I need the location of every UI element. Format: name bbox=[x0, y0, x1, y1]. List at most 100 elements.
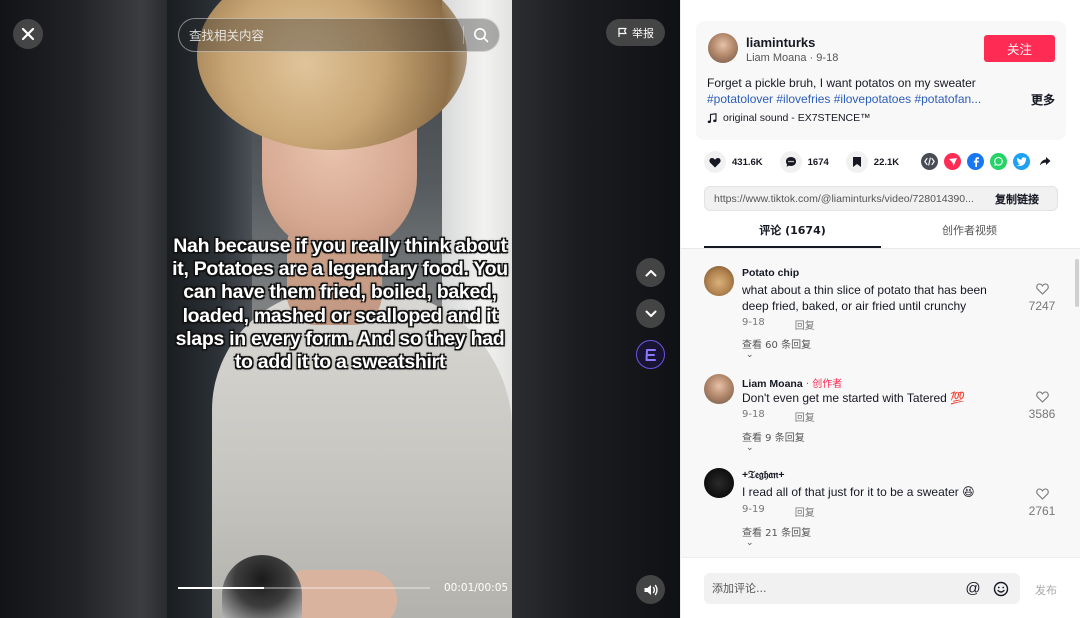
twitter-share-button[interactable] bbox=[1013, 153, 1030, 170]
chevron-down-icon bbox=[645, 310, 656, 317]
time-readout: 00:01/00:05 bbox=[444, 582, 509, 594]
like-stat[interactable]: 431.6K bbox=[704, 151, 763, 173]
reply-button[interactable]: 回复 bbox=[795, 317, 815, 332]
comment-like-count: 7247 bbox=[1028, 299, 1056, 313]
volume-icon bbox=[644, 584, 658, 595]
twitter-icon bbox=[1016, 157, 1027, 166]
comment-avatar[interactable] bbox=[704, 468, 734, 498]
embed-button[interactable] bbox=[921, 153, 938, 170]
comment-username[interactable]: Potato chip bbox=[742, 267, 799, 279]
more-button[interactable]: 更多 bbox=[1031, 91, 1055, 108]
report-label: 举报 bbox=[632, 26, 654, 40]
emoji-icon[interactable] bbox=[990, 578, 1012, 600]
author-nickname-date: Liam Moana · 9-18 bbox=[746, 52, 839, 64]
expand-replies-chevron-icon[interactable]: ⌄ bbox=[746, 442, 754, 453]
post-description: Forget a pickle bruh, I want potatos on … bbox=[707, 76, 976, 90]
share-arrow-icon bbox=[1039, 157, 1050, 166]
comment-text: what about a thin slice of potato that h… bbox=[742, 283, 987, 313]
expand-replies-chevron-icon[interactable]: ⌄ bbox=[746, 349, 754, 360]
video-player[interactable]: Nah because if you really think about it… bbox=[0, 0, 680, 618]
comment-username-text: +𝔗𝔢𝔤𝔥𝔞𝔫+ bbox=[742, 469, 785, 481]
search-icon[interactable] bbox=[473, 27, 489, 43]
comment-like-count: 3586 bbox=[1028, 407, 1056, 421]
save-stat[interactable]: 22.1K bbox=[845, 151, 900, 173]
comment-text: Don't even get me started with Tatered 💯 bbox=[742, 391, 966, 405]
comment-stat[interactable]: 1674 bbox=[779, 151, 829, 173]
sound-link[interactable]: original sound - EX7STENCE™ bbox=[707, 112, 871, 124]
previous-video-button[interactable] bbox=[636, 258, 665, 287]
more-share-button[interactable] bbox=[1036, 153, 1053, 170]
reply-button[interactable]: 回复 bbox=[795, 504, 815, 519]
comment-like[interactable]: 3586 bbox=[1022, 391, 1062, 421]
like-button[interactable] bbox=[704, 151, 726, 173]
like-count: 431.6K bbox=[732, 156, 763, 168]
comment-like-count: 2761 bbox=[1028, 504, 1056, 518]
heart-outline-icon bbox=[1035, 488, 1049, 500]
effect-icon bbox=[645, 348, 656, 361]
report-button[interactable]: 举报 bbox=[606, 19, 665, 46]
comment-meta: 9-18 回复 bbox=[742, 317, 815, 332]
progress-fill bbox=[178, 587, 264, 589]
comment-like[interactable]: 2761 bbox=[1022, 488, 1062, 518]
heart-icon bbox=[709, 157, 721, 167]
volume-button[interactable] bbox=[636, 575, 665, 604]
follow-button[interactable]: 关注 bbox=[984, 35, 1055, 62]
comment-date: 9-18 bbox=[742, 409, 765, 420]
stats-row: 431.6K 1674 22.1K bbox=[704, 151, 916, 173]
comment-avatar[interactable] bbox=[704, 374, 734, 404]
comment-tabs: 评论 (1674) 创作者视频 bbox=[704, 222, 1058, 248]
author-avatar[interactable] bbox=[708, 33, 738, 63]
sound-name: original sound - EX7STENCE™ bbox=[723, 112, 871, 124]
comment-box[interactable]: @ bbox=[704, 573, 1020, 604]
post-info-card: liaminturks Liam Moana · 9-18 关注 Forget … bbox=[696, 21, 1066, 140]
comment-button[interactable] bbox=[779, 151, 802, 173]
comment-item: Liam Moana · 创作者 Don't even get me start… bbox=[704, 374, 1074, 456]
search-box[interactable] bbox=[178, 18, 500, 52]
comment-input[interactable] bbox=[712, 582, 956, 595]
comment-like[interactable]: 7247 bbox=[1022, 283, 1062, 313]
creator-badge: · 创作者 bbox=[802, 379, 843, 390]
comment-item: +𝔗𝔢𝔤𝔥𝔞𝔫+ I read all of that just for it … bbox=[704, 468, 1074, 552]
comment-date: 9-18 bbox=[742, 317, 765, 328]
post-button[interactable]: 发布 bbox=[1035, 582, 1057, 598]
send-button[interactable] bbox=[944, 153, 961, 170]
facebook-icon bbox=[973, 157, 979, 167]
expand-replies-chevron-icon[interactable]: ⌄ bbox=[746, 537, 754, 548]
heart-outline-icon bbox=[1035, 391, 1049, 403]
facebook-share-button[interactable] bbox=[967, 153, 984, 170]
author-username[interactable]: liaminturks bbox=[746, 35, 815, 50]
comment-meta: 9-18 回复 bbox=[742, 409, 815, 424]
comment-username[interactable]: +𝔗𝔢𝔤𝔥𝔞𝔫+ bbox=[742, 469, 784, 482]
music-note-icon bbox=[707, 112, 717, 123]
comment-list[interactable]: Potato chip what about a thin slice of p… bbox=[681, 249, 1080, 557]
comment-date: 9-19 bbox=[742, 504, 765, 515]
next-video-button[interactable] bbox=[636, 299, 665, 328]
reply-button[interactable]: 回复 bbox=[795, 409, 815, 424]
share-link-url[interactable]: https://www.tiktok.com/@liaminturks/vide… bbox=[705, 193, 977, 205]
chevron-up-icon bbox=[645, 269, 656, 276]
search-input[interactable] bbox=[189, 27, 463, 43]
post-hashtags[interactable]: #potatolover #ilovefries #ilovepotatoes … bbox=[707, 92, 1007, 106]
tab-comments[interactable]: 评论 (1674) bbox=[704, 222, 881, 248]
comment-count: 1674 bbox=[807, 156, 829, 168]
effect-button[interactable] bbox=[636, 340, 665, 369]
close-icon bbox=[21, 27, 35, 41]
comment-meta: 9-19 回复 bbox=[742, 504, 815, 519]
whatsapp-share-button[interactable] bbox=[990, 153, 1007, 170]
share-icons bbox=[921, 153, 1053, 170]
progress-bar[interactable] bbox=[178, 587, 430, 589]
comment-scrollbar[interactable] bbox=[1075, 259, 1079, 307]
comment-username-text: Liam Moana bbox=[742, 378, 803, 390]
copy-link-button[interactable]: 复制链接 bbox=[977, 191, 1057, 207]
comment-username[interactable]: Liam Moana · 创作者 bbox=[742, 375, 842, 390]
mention-icon[interactable]: @ bbox=[962, 578, 984, 600]
comment-avatar[interactable] bbox=[704, 266, 734, 296]
close-button[interactable] bbox=[13, 19, 43, 49]
heart-outline-icon bbox=[1035, 283, 1049, 295]
tab-creator-videos[interactable]: 创作者视频 bbox=[881, 222, 1058, 248]
comment-text: I read all of that just for it to be a s… bbox=[742, 485, 975, 499]
save-count: 22.1K bbox=[873, 156, 900, 168]
embed-icon bbox=[924, 157, 935, 166]
save-button[interactable] bbox=[845, 151, 868, 173]
share-link-box: https://www.tiktok.com/@liaminturks/vide… bbox=[704, 186, 1058, 211]
